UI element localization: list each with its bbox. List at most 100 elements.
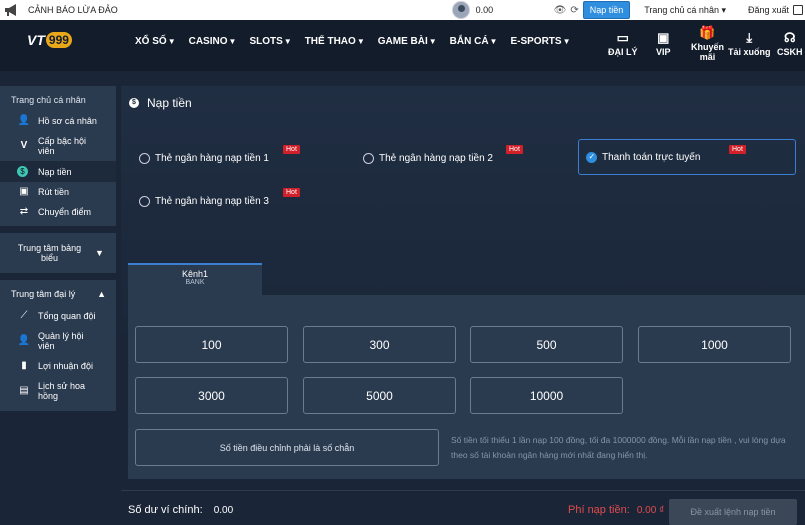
amount-option[interactable]: 10000 xyxy=(470,377,623,414)
amount-input[interactable]: Số tiền điều chỉnh phải là số chẵn xyxy=(135,429,439,466)
nav-label: SLOTS xyxy=(249,36,283,47)
quick-download[interactable]: ⤓ Tải xuống xyxy=(728,31,771,58)
transfer-icon: ⇄ xyxy=(19,206,29,217)
quick-promo-label-1: Khuyến xyxy=(691,42,725,52)
amount-option[interactable]: 300 xyxy=(303,326,456,363)
method-label: Thẻ ngân hàng nạp tiền 1 xyxy=(155,152,269,164)
amount-option[interactable]: 1000 xyxy=(638,326,791,363)
headset-icon: ☊ xyxy=(783,30,796,45)
eye-icon[interactable]: 👁 xyxy=(554,5,567,16)
method-bank-1[interactable]: Thẻ ngân hàng nạp tiền 1 xyxy=(139,140,269,176)
radio-icon xyxy=(139,152,150,164)
logo-number: 999 xyxy=(45,32,72,48)
sidebar: Trang chủ cá nhân 👤 Hồ sơ cá nhân V Cấp bậ… xyxy=(0,86,116,418)
nav-label: THỂ THAO xyxy=(304,36,356,47)
nav-label: GAME BÀI xyxy=(377,36,428,47)
nav-label: E-SPORTS xyxy=(510,36,562,47)
sidebar-item-label: Lịch sử hoa hồng xyxy=(38,381,86,401)
nav-casino[interactable]: CASINO▼ xyxy=(189,36,237,47)
agent-section-toggle[interactable]: Trung tâm đại lý ▲ xyxy=(0,280,116,306)
amount-option[interactable]: 5000 xyxy=(303,377,456,414)
agent-center-label: Trung tâm đại lý xyxy=(11,289,76,299)
personal-section: Trang chủ cá nhân 👤 Hồ sơ cá nhân V Cấp bậ… xyxy=(0,86,116,226)
sidebar-item-member-management[interactable]: 👤 Quản lý hội viên xyxy=(0,326,116,356)
refresh-icon[interactable]: ⟳ xyxy=(570,5,578,16)
user-icon: 👤 xyxy=(17,115,31,126)
caret-down-icon: ▼ xyxy=(167,37,176,46)
amount-option[interactable]: 3000 xyxy=(135,377,288,414)
sidebar-item-label: Lợi nhuận đội xyxy=(38,361,93,371)
sidebar-item-label: Nạp tiền xyxy=(38,166,72,177)
hot-badge: Hot xyxy=(506,145,523,154)
method-online-payment[interactable]: Thanh toán trực tuyến xyxy=(578,139,796,175)
avatar[interactable] xyxy=(451,1,470,19)
profit-icon: ▮ xyxy=(21,360,27,371)
sidebar-item-label: Tổng quan đội xyxy=(38,311,96,321)
method-label: Thẻ ngân hàng nạp tiền 2 xyxy=(379,152,493,164)
quick-support-label: CSKH xyxy=(777,47,803,57)
quick-promo[interactable]: 🎁 Khuyến mãi xyxy=(691,25,725,63)
level-icon: V xyxy=(20,140,28,151)
quick-vip-label: VIP xyxy=(656,47,671,57)
agent-icon: ▭ xyxy=(616,30,629,45)
chart-line-icon: ⟋ xyxy=(20,310,28,321)
caret-down-icon: ▼ xyxy=(356,37,365,46)
quick-support[interactable]: ☊ CSKH xyxy=(777,30,803,58)
nav-card-games[interactable]: GAME BÀI▼ xyxy=(378,36,437,47)
radio-icon xyxy=(363,152,374,164)
sidebar-item-member-level[interactable]: V Cấp bậc hội viên xyxy=(0,131,116,161)
page-title: $ Nạp tiền xyxy=(129,96,192,110)
nav-sports[interactable]: THỂ THAO▼ xyxy=(305,36,365,47)
caret-down-icon: ▼ xyxy=(283,37,292,46)
personal-menu[interactable]: Trang chủ cá nhân ▾ xyxy=(644,5,726,16)
quick-agent-label: ĐẠI LÝ xyxy=(608,47,638,57)
channel-tab[interactable]: Kênh1 BANK xyxy=(128,263,262,295)
nav-slots[interactable]: SLOTS▼ xyxy=(249,36,291,47)
logout-button[interactable]: Đăng xuất xyxy=(748,5,789,15)
method-bank-2[interactable]: Thẻ ngân hàng nạp tiền 2 xyxy=(363,140,493,176)
radio-icon xyxy=(139,195,150,207)
sidebar-item-deposit[interactable]: $ Nạp tiền xyxy=(0,161,116,182)
channel-name: Kênh1 xyxy=(181,269,209,279)
sidebar-item-team-overview[interactable]: ⟋ Tổng quan đội xyxy=(0,306,116,326)
nav-lottery[interactable]: XỔ SỐ▼ xyxy=(135,36,176,47)
scam-warning[interactable]: CẢNH BÁO LỪA ĐẢO xyxy=(0,3,118,17)
quick-promo-label-2: mãi xyxy=(699,52,716,62)
dollar-icon: $ xyxy=(17,166,28,177)
sidebar-item-team-profit[interactable]: ▮ Lợi nhuận đội xyxy=(0,356,116,376)
scam-warning-text: CẢNH BÁO LỪA ĐẢO xyxy=(28,5,118,15)
check-icon xyxy=(586,151,597,163)
sidebar-item-profile[interactable]: 👤 Hồ sơ cá nhân xyxy=(0,111,116,131)
nav-esports[interactable]: E-SPORTS▼ xyxy=(510,36,570,47)
submit-deposit-button[interactable]: Đề xuất lệnh nạp tiền xyxy=(669,499,797,525)
quick-download-label: Tải xuống xyxy=(728,47,771,57)
nav-label: XỔ SỐ xyxy=(135,36,167,47)
logout-icon[interactable] xyxy=(793,5,803,15)
method-label: Thanh toán trực tuyến xyxy=(602,151,701,163)
deposit-fee: Phí nạp tiền: 0.00 ₫ xyxy=(568,504,664,516)
sidebar-item-commission-history[interactable]: ▤ Lịch sử hoa hồng xyxy=(0,376,116,411)
amount-option[interactable]: 500 xyxy=(470,326,623,363)
channel-type: BANK xyxy=(185,279,205,286)
sidebar-item-label: Rút tiền xyxy=(38,187,70,197)
sidebar-item-transfer[interactable]: ⇄ Chuyển điểm xyxy=(0,202,116,226)
sidebar-item-withdraw[interactable]: ▣ Rút tiền xyxy=(0,182,116,202)
caret-up-icon: ▲ xyxy=(97,289,106,299)
sidebar-item-label: Hồ sơ cá nhân xyxy=(38,116,97,126)
quick-vip[interactable]: ▣ VIP xyxy=(656,31,671,58)
balance-value: 0.00 xyxy=(475,5,494,15)
caret-down-icon: ▼ xyxy=(95,248,104,258)
wallet-balance: Số dư ví chính: 0.00 xyxy=(128,504,233,516)
caret-down-icon: ▼ xyxy=(428,37,437,46)
nav-fishing[interactable]: BẮN CÁ▼ xyxy=(450,36,498,47)
fee-value: 0.00 ₫ xyxy=(636,505,665,516)
gift-icon: 🎁 xyxy=(699,25,716,40)
deposit-note: Số tiền tối thiểu 1 lần nạp 100 đồng, tố… xyxy=(451,435,786,460)
quick-agent[interactable]: ▭ ĐẠI LÝ xyxy=(608,30,638,58)
topup-button[interactable]: Nạp tiền xyxy=(582,1,631,19)
reports-section[interactable]: Trung tâm bảng biểu ▼ xyxy=(0,233,116,273)
amount-option[interactable]: 100 xyxy=(135,326,288,363)
method-bank-3[interactable]: Thẻ ngân hàng nạp tiền 3 xyxy=(139,183,269,219)
site-logo[interactable]: VT 999 xyxy=(27,32,72,48)
hot-badge: Hot xyxy=(283,188,300,197)
